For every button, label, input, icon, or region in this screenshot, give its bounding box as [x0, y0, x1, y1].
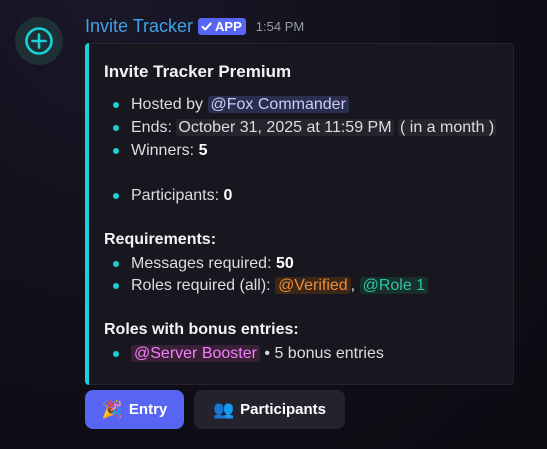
avatar[interactable]	[15, 17, 63, 65]
bullet	[113, 148, 119, 154]
users-icon: 👥	[212, 400, 235, 419]
bonus-entries-text: • 5 bonus entries	[264, 345, 384, 362]
role-mention-verified[interactable]: @Verified	[275, 277, 351, 294]
embed-title: Invite Tracker Premium	[104, 62, 292, 81]
app-badge-label: APP	[215, 18, 242, 34]
hosted-by-label: Hosted by	[131, 96, 204, 113]
embed-accent-bar	[85, 43, 89, 385]
roles-required-line: Roles required (all): @Verified, @Role 1	[113, 276, 429, 296]
bullet	[113, 193, 119, 199]
checkmark-icon	[201, 22, 212, 30]
bullet	[113, 261, 119, 267]
message-view: Invite Tracker APP 1:54 PM Invite Tracke…	[0, 0, 547, 449]
participants-button-label: Participants	[240, 401, 327, 418]
giveaway-embed: Invite Tracker Premium Hosted by @Fox Co…	[85, 43, 514, 385]
participants-line: Participants: 0	[113, 186, 233, 206]
role-mention-server-booster[interactable]: @Server Booster	[131, 345, 260, 362]
ends-label: Ends:	[131, 119, 172, 136]
message-timestamp: 1:54 PM	[255, 18, 305, 34]
winners-label: Winners:	[131, 142, 195, 159]
role-separator: ,	[350, 277, 356, 294]
bullet	[113, 125, 119, 131]
app-badge: APP	[198, 17, 246, 35]
requirements-title: Requirements:	[104, 231, 217, 248]
message-header: Invite Tracker APP 1:54 PM	[85, 14, 304, 38]
bullet	[113, 102, 119, 108]
role-mention-role-1[interactable]: @Role 1	[359, 277, 429, 294]
participants-label: Participants:	[131, 187, 220, 204]
bonus-role-line: @Server Booster • 5 bonus entries	[113, 344, 384, 364]
hosted-by-line: Hosted by @Fox Commander	[113, 95, 349, 115]
messages-required-line: Messages required: 50	[113, 254, 294, 274]
party-popper-icon: 🎉	[101, 400, 123, 419]
bonus-entries-title: Roles with bonus entries:	[104, 321, 299, 338]
ends-date: October 31, 2025 at 11:59 PM	[176, 119, 394, 136]
messages-required-label: Messages required:	[131, 255, 272, 272]
messages-required-count: 50	[275, 255, 294, 272]
host-mention[interactable]: @Fox Commander	[207, 96, 349, 113]
participants-count: 0	[223, 187, 233, 204]
bullet	[113, 283, 119, 289]
entry-button-label: Entry	[128, 401, 168, 418]
ends-line: Ends: October 31, 2025 at 11:59 PM ( in …	[113, 118, 497, 138]
bullet	[113, 351, 119, 357]
author-name[interactable]: Invite Tracker	[85, 16, 193, 37]
plus-circle-icon	[25, 27, 53, 55]
winners-count: 5	[198, 142, 208, 159]
ends-relative: ( in a month )	[398, 119, 497, 136]
roles-required-label: Roles required (all):	[131, 277, 271, 294]
participants-button[interactable]: 👥 Participants	[194, 390, 345, 429]
winners-line: Winners: 5	[113, 141, 208, 161]
entry-button[interactable]: 🎉 Entry	[85, 390, 184, 429]
